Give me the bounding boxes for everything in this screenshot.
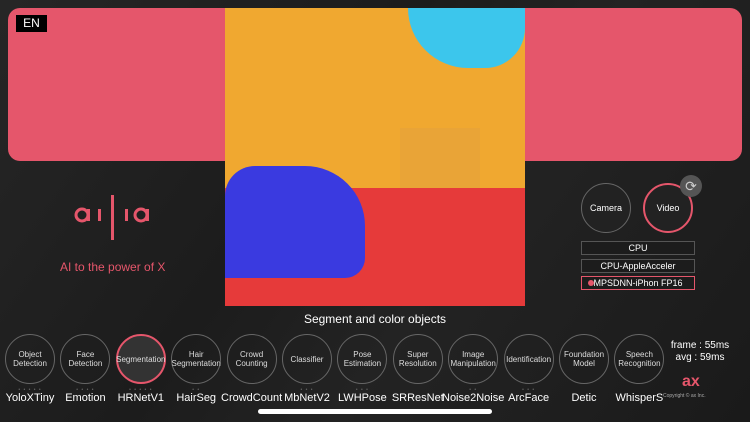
copyright: Copyright © ax Inc.: [663, 393, 706, 399]
ax-logo: ax: [682, 373, 700, 390]
language-button[interactable]: EN: [16, 15, 47, 32]
category-button[interactable]: Object Detection: [5, 334, 55, 384]
ailia-logo: [74, 195, 149, 240]
category-button[interactable]: Foundation Model: [559, 334, 609, 384]
device-label: MPSDNN-iPhon FP16: [593, 278, 683, 288]
category-button[interactable]: Crowd Counting: [226, 334, 277, 384]
category-button[interactable]: Identification: [503, 334, 554, 384]
device-mpsdnn[interactable]: MPSDNN-iPhon FP16: [581, 276, 695, 290]
device-cpu-apple[interactable]: CPU-AppleAcceler: [581, 259, 695, 273]
task-caption: Segment and color objects: [303, 312, 447, 326]
category-button[interactable]: Hair Segmentation: [171, 334, 222, 384]
segmentation-video-frame: [225, 8, 525, 306]
segment-car: [225, 166, 365, 278]
camera-button[interactable]: Camera: [581, 183, 631, 233]
selected-dot-icon: [588, 280, 594, 286]
category-button[interactable]: Super Resolution: [392, 334, 443, 384]
refresh-icon[interactable]: ⟳: [680, 175, 702, 197]
tagline: AI to the power of X: [60, 260, 166, 274]
avg-time: avg : 59ms: [675, 352, 725, 363]
category-button[interactable]: Image Manipulation: [448, 334, 499, 384]
timing-stats: frame : 55ms avg : 59ms: [664, 340, 736, 364]
device-cpu[interactable]: CPU: [581, 241, 695, 255]
frame-time: frame : 55ms: [670, 340, 730, 351]
category-button[interactable]: Classifier: [282, 334, 332, 384]
banner-right: [512, 8, 742, 161]
category-button[interactable]: Segmentation: [115, 334, 166, 384]
home-indicator: [258, 409, 492, 414]
segment-sky: [408, 8, 525, 68]
